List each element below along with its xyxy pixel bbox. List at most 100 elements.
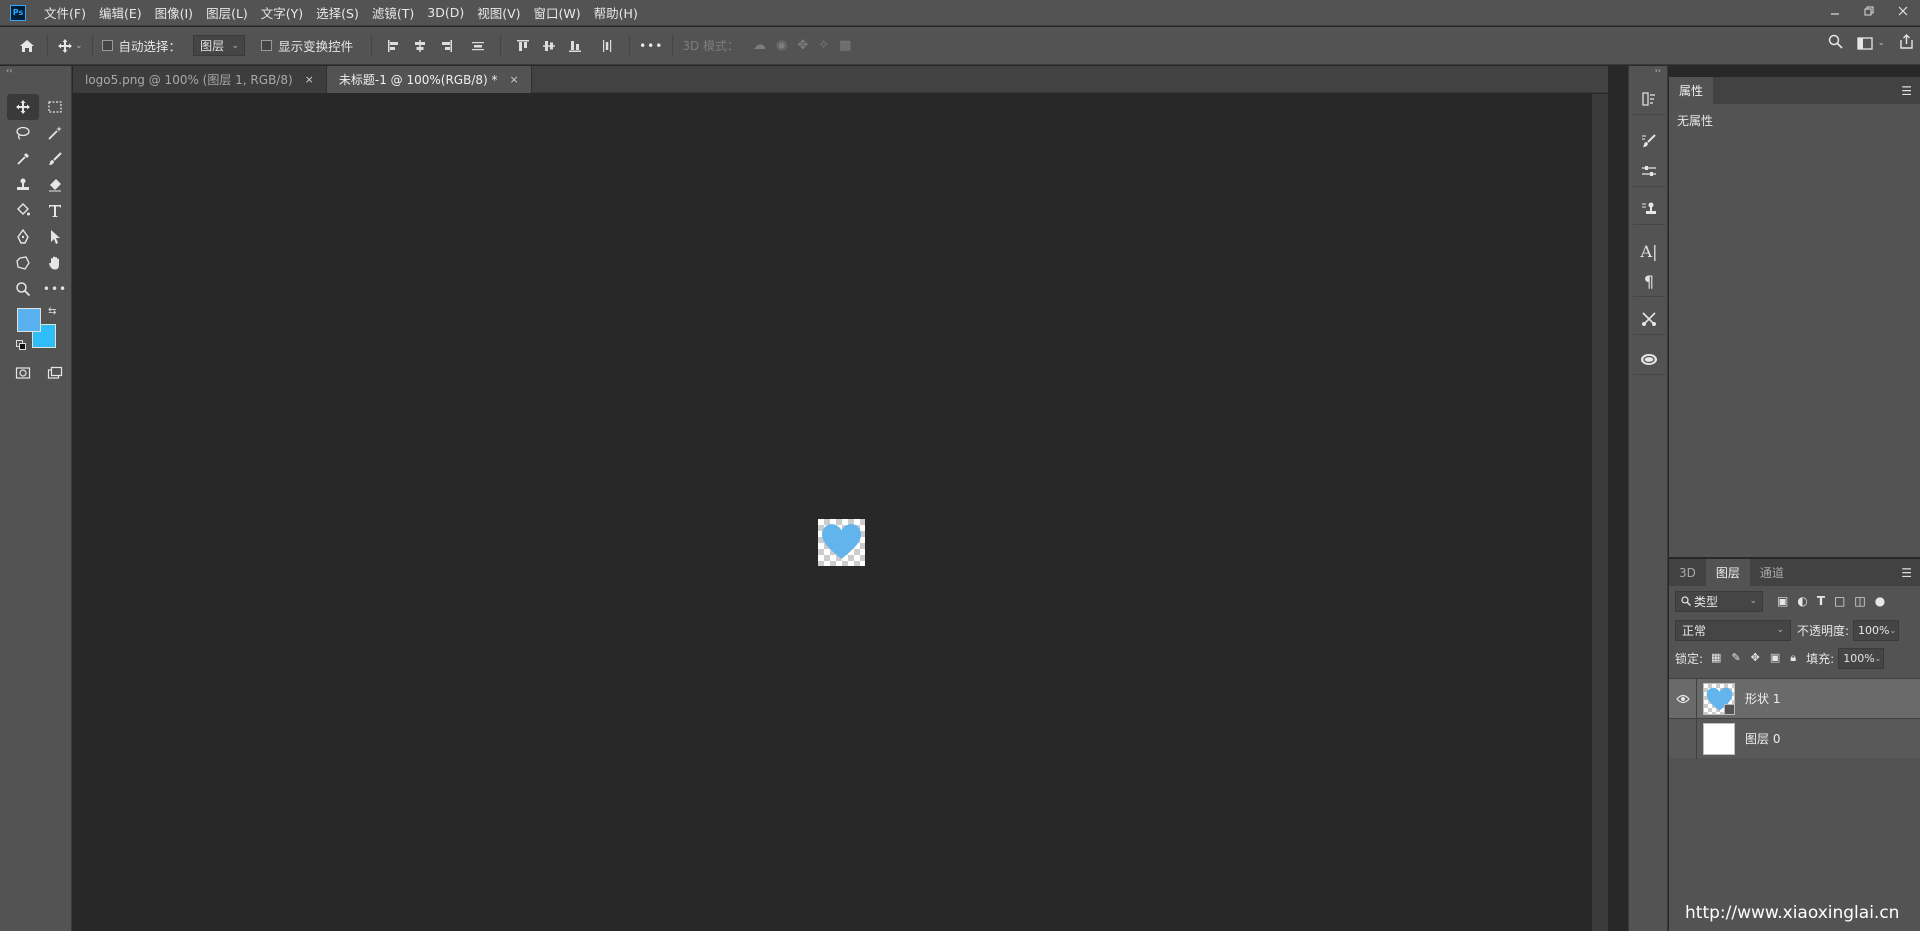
screen-mode-icon[interactable] [39, 360, 71, 386]
canvas-area[interactable] [73, 94, 1608, 931]
tab-3d[interactable]: 3D [1669, 559, 1706, 586]
distribute-vertical-icon[interactable] [467, 35, 489, 57]
lock-image-icon[interactable]: ✎ [1731, 651, 1740, 665]
heart-shape[interactable] [821, 523, 862, 561]
menu-layer[interactable]: 图层(L) [206, 3, 248, 22]
more-tools-icon[interactable]: ••• [39, 276, 71, 302]
align-center-h-icon[interactable] [409, 35, 431, 57]
visibility-eye-icon[interactable] [1669, 678, 1697, 719]
close-icon[interactable]: × [510, 73, 519, 86]
menu-file[interactable]: 文件(F) [44, 3, 86, 22]
vertical-scrollbar[interactable] [1592, 94, 1608, 931]
collapse-toolbox-icon[interactable]: ‹‹ [6, 66, 12, 75]
panel-menu-icon[interactable]: ☰ [1901, 566, 1912, 580]
show-transform-checkbox[interactable] [261, 40, 273, 51]
search-icon[interactable] [1828, 34, 1844, 52]
fill-input[interactable]: 100% ⌄ [1838, 647, 1885, 669]
default-colors-icon[interactable] [16, 340, 26, 350]
tab-properties[interactable]: 属性 [1669, 77, 1714, 104]
pen-tool[interactable] [7, 224, 39, 250]
opacity-input[interactable]: 100% ⌄ [1853, 619, 1900, 641]
lock-position-icon[interactable]: ✥ [1751, 651, 1760, 665]
tab-logo5[interactable]: logo5.png @ 100% (图层 1, RGB/8) × [73, 66, 327, 93]
auto-select-dropdown[interactable]: 图层 ⌄ [193, 35, 246, 56]
swap-colors-icon[interactable]: ⇆ [48, 306, 56, 317]
tab-channels[interactable]: 通道 [1750, 559, 1794, 586]
move-tool-preset-icon[interactable]: ⌄ [57, 34, 83, 58]
zoom-tool[interactable] [7, 276, 39, 302]
clone-source-icon[interactable] [1633, 194, 1665, 224]
layer-row-shape-1[interactable]: 形状 1 [1669, 678, 1920, 719]
expand-panels-icon[interactable]: ›› [1655, 66, 1661, 75]
3d-pan-icon[interactable]: ✥ [797, 38, 808, 53]
blend-mode-dropdown[interactable]: 正常 ⌄ [1675, 619, 1791, 641]
filter-shape-icon[interactable]: □ [1834, 594, 1845, 608]
history-icon[interactable] [1633, 84, 1665, 114]
layer-row-layer-0[interactable]: 图层 0 [1669, 718, 1920, 759]
close-icon[interactable]: × [305, 73, 314, 86]
visibility-toggle-empty[interactable] [1669, 718, 1697, 759]
share-icon[interactable] [1899, 34, 1914, 52]
menu-filter[interactable]: 滤镜(T) [372, 3, 414, 22]
document-canvas[interactable] [818, 519, 865, 566]
filter-adjustment-icon[interactable]: ◐ [1797, 594, 1807, 608]
home-icon[interactable] [16, 34, 38, 58]
menu-view[interactable]: 视图(V) [477, 3, 520, 22]
3d-camera-icon[interactable]: ▩ [839, 38, 851, 53]
brush-settings-icon[interactable] [1633, 126, 1665, 156]
paint-bucket-tool[interactable] [7, 198, 39, 224]
minimize-button[interactable] [1818, 0, 1852, 22]
tab-layers[interactable]: 图层 [1705, 559, 1750, 586]
filter-pixel-icon[interactable]: ▣ [1777, 594, 1788, 608]
align-middle-v-icon[interactable] [538, 35, 560, 57]
3d-roll-icon[interactable]: ◉ [776, 38, 787, 53]
panel-menu-icon[interactable]: ☰ [1901, 84, 1912, 98]
3d-orbit-icon[interactable]: ☁ [753, 38, 766, 53]
libraries-icon[interactable] [1633, 344, 1665, 374]
align-right-icon[interactable] [435, 35, 457, 57]
filter-type-icon[interactable]: T [1817, 594, 1825, 608]
move-tool[interactable] [7, 94, 39, 120]
lock-transparent-icon[interactable]: ▦ [1711, 651, 1721, 665]
path-selection-tool[interactable] [39, 224, 71, 250]
close-window-button[interactable] [1886, 0, 1920, 22]
paragraph-icon[interactable]: ¶ [1633, 266, 1665, 296]
brush-tool[interactable] [39, 146, 71, 172]
tools-presets-icon[interactable] [1633, 304, 1665, 334]
stamp-tool[interactable] [7, 172, 39, 198]
type-tool[interactable] [39, 198, 71, 224]
lock-artboard-icon[interactable]: ▣ [1770, 651, 1780, 665]
eyedropper-tool[interactable] [7, 146, 39, 172]
menu-help[interactable]: 帮助(H) [594, 3, 638, 22]
layer-filter-dropdown[interactable]: 类型 ⌄ [1675, 590, 1763, 612]
auto-select-checkbox[interactable] [101, 40, 113, 51]
lasso-tool[interactable] [7, 120, 39, 146]
menu-select[interactable]: 选择(S) [316, 3, 359, 22]
foreground-color-swatch[interactable] [17, 308, 41, 332]
distribute-horizontal-icon[interactable] [596, 35, 618, 57]
character-icon[interactable]: A| [1633, 236, 1665, 266]
quick-mask-icon[interactable] [7, 360, 39, 386]
magic-wand-tool[interactable] [39, 120, 71, 146]
filter-toggle-icon[interactable]: ● [1875, 594, 1885, 608]
adjustments-icon[interactable] [1633, 156, 1665, 186]
more-options-button[interactable]: ••• [639, 39, 663, 53]
tab-untitled-1[interactable]: 未标题-1 @ 100%(RGB/8) * × [326, 66, 532, 93]
workspace-icon[interactable]: ⌄ [1857, 36, 1885, 50]
align-left-icon[interactable] [383, 35, 405, 57]
hand-tool[interactable] [39, 250, 71, 276]
align-bottom-icon[interactable] [564, 35, 586, 57]
custom-shape-tool[interactable] [7, 250, 39, 276]
menu-window[interactable]: 窗口(W) [534, 3, 581, 22]
marquee-tool[interactable] [39, 94, 71, 120]
lock-all-icon[interactable]: 🔒︎ [1790, 651, 1796, 665]
menu-image[interactable]: 图像(I) [155, 3, 193, 22]
align-top-icon[interactable] [512, 35, 534, 57]
menu-edit[interactable]: 编辑(E) [99, 3, 142, 22]
restore-button[interactable] [1852, 0, 1886, 22]
menu-type[interactable]: 文字(Y) [261, 3, 303, 22]
menu-3d[interactable]: 3D(D) [427, 5, 464, 20]
3d-slide-icon[interactable]: ✧ [818, 38, 829, 53]
filter-smart-object-icon[interactable]: ◫ [1854, 594, 1865, 608]
eraser-tool[interactable] [39, 172, 71, 198]
